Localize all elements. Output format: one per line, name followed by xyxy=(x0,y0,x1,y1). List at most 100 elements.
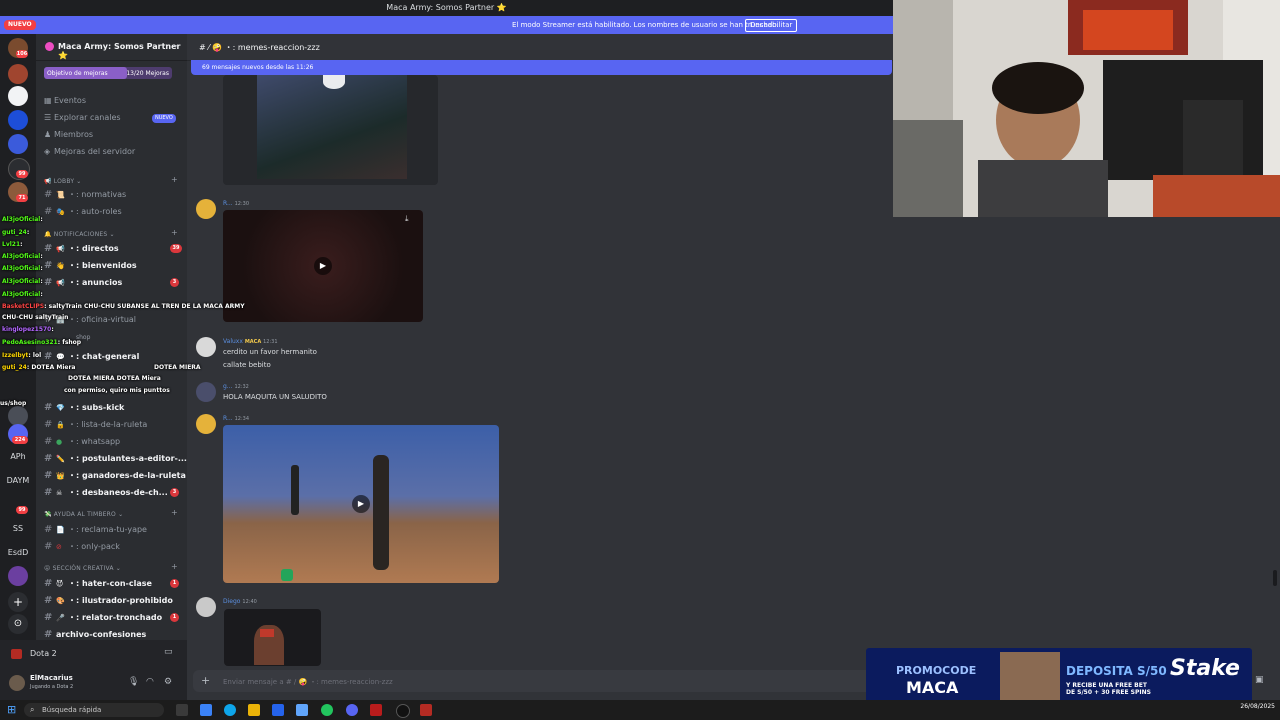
add-server-icon[interactable]: + xyxy=(8,592,28,612)
channel-chat-general[interactable]: # 💬 ・: chat-general xyxy=(44,351,139,365)
channel-ilustrador-prohibido[interactable]: # 🎨 ・: ilustrador-prohibido xyxy=(44,595,173,609)
channel-reclama-tu-yape[interactable]: # 📄 ・: reclama-tu-yape xyxy=(44,524,147,538)
server-badge: 99 xyxy=(16,506,28,514)
server-icon[interactable] xyxy=(8,86,28,106)
channel-lista-de-la-ruleta[interactable]: # 🔒 ・: lista-de-la-ruleta xyxy=(44,419,147,433)
download-icon[interactable]: ⤓ xyxy=(405,214,409,224)
app-icon[interactable] xyxy=(370,704,382,716)
message-composer[interactable]: + Enviar mensaje a # / 🤪 ・: memes-reacci… xyxy=(193,670,1264,692)
play-icon[interactable]: ▶ xyxy=(352,495,370,513)
avatar[interactable] xyxy=(196,382,216,402)
new-messages-bar[interactable]: 69 mensajes nuevos desde las 11:26 xyxy=(191,60,892,75)
channel-directos[interactable]: # 📢 ・: directos xyxy=(44,243,119,257)
boost-progress[interactable]: Objetivo de mejoras 13/20 Mejoras xyxy=(44,67,172,79)
message-author[interactable]: g... 12:32 xyxy=(223,383,249,390)
channel-desbaneos[interactable]: # ☠ ・: desbaneos-de-ch... xyxy=(44,487,168,501)
channel-anuncios[interactable]: # 📢 ・: anuncios xyxy=(44,277,122,291)
add-channel-icon[interactable]: + xyxy=(171,175,178,184)
category-notificaciones[interactable]: 🔔 NOTIFICACIONES ⌄ xyxy=(44,231,115,238)
avatar[interactable] xyxy=(9,675,25,691)
video-embed[interactable]: ▶ xyxy=(223,425,499,583)
channel-label: archivo-confesiones xyxy=(56,630,147,639)
activity-bar[interactable]: Dota 2 ▭ xyxy=(0,640,187,666)
nav-members[interactable]: ♟ Miembros xyxy=(44,130,93,144)
disable-streamer-button[interactable]: Deshabilitar xyxy=(745,19,798,32)
timestamp: 12:40 xyxy=(242,599,257,605)
server-badge: 99 xyxy=(16,170,28,178)
task-view-icon[interactable] xyxy=(176,704,188,716)
add-channel-icon[interactable]: + xyxy=(171,508,178,517)
channel-normativas[interactable]: # 📜 ・: normativas xyxy=(44,189,126,203)
app-icon[interactable] xyxy=(296,704,308,716)
message-author[interactable]: R... 12:34 xyxy=(223,415,249,422)
attach-plus-icon[interactable]: + xyxy=(201,674,210,687)
chrome-icon[interactable] xyxy=(321,704,333,716)
video-embed[interactable] xyxy=(223,75,438,185)
window-title: Maca Army: Somos Partner ⭐ xyxy=(386,3,507,12)
file-explorer-icon[interactable] xyxy=(248,704,260,716)
headphones-icon[interactable]: ◠ xyxy=(146,677,154,687)
channel-postulantes[interactable]: # ✏️ ・: postulantes-a-editor-... xyxy=(44,453,187,467)
server-label[interactable]: SS xyxy=(5,524,31,533)
server-icon[interactable] xyxy=(8,134,28,154)
overlay-chat-user: Izzelbyt xyxy=(2,352,29,359)
activity-icon[interactable]: ▭ xyxy=(164,647,173,657)
overlay-chat-message: Lvl21: xyxy=(2,241,23,248)
channel-hater-con-clase[interactable]: # 😈 ・: hater-con-clase xyxy=(44,578,152,592)
microphone-icon[interactable]: 🎙 xyxy=(128,677,139,687)
channel-label: postulantes-a-editor-... xyxy=(81,454,187,463)
gift-icon[interactable]: ▣ xyxy=(1255,675,1264,685)
chevron-down-icon[interactable]: ⌄ xyxy=(172,40,179,49)
avatar[interactable] xyxy=(196,414,216,434)
add-channel-icon[interactable]: + xyxy=(171,228,178,237)
channel-auto-roles[interactable]: # 🎭 ・: auto-roles xyxy=(44,206,122,220)
video-embed[interactable] xyxy=(224,609,321,666)
server-label[interactable]: APh xyxy=(5,452,31,461)
scrollbar[interactable] xyxy=(1273,570,1277,586)
category-creativa[interactable]: 😝 SECCIÓN CREATIVA ⌄ xyxy=(44,565,121,572)
add-channel-icon[interactable]: + xyxy=(171,562,178,571)
video-embed[interactable]: ▶ ⤓ xyxy=(223,210,423,322)
nav-server-boosts[interactable]: ◈ Mejoras del servidor xyxy=(44,147,135,161)
category-lobby[interactable]: 📢 LOBBY ⌄ xyxy=(44,178,82,185)
play-icon[interactable] xyxy=(323,75,345,89)
webcam-image xyxy=(893,0,1280,217)
discord-icon[interactable] xyxy=(346,704,358,716)
channel-bienvenidos[interactable]: # 👋 ・: bienvenidos xyxy=(44,260,137,274)
avatar[interactable] xyxy=(196,199,216,219)
overlay-chat-message: Al3joOficial: xyxy=(2,278,43,285)
nav-events[interactable]: ▦ Eventos xyxy=(44,96,86,110)
store-icon[interactable] xyxy=(272,704,284,716)
obs-icon[interactable] xyxy=(396,704,410,718)
gear-icon[interactable]: ⚙ xyxy=(164,677,172,687)
app-icon[interactable] xyxy=(200,704,212,716)
avatar[interactable] xyxy=(196,597,216,617)
message-author[interactable]: R... 12:30 xyxy=(223,200,249,207)
new-badge[interactable]: NUEVO xyxy=(4,20,36,30)
category-ayuda[interactable]: 💸 AYUDA AL TIMBERO ⌄ xyxy=(44,511,123,518)
nav-browse-channels[interactable]: ☰ Explorar canales xyxy=(44,113,121,127)
server-icon[interactable] xyxy=(8,110,28,130)
server-label[interactable]: DAYM xyxy=(5,476,31,485)
avatar[interactable] xyxy=(196,337,216,357)
channel-ganadores-de-la-ruleta[interactable]: # 👑 ・: ganadores-de-la-ruleta xyxy=(44,470,186,484)
edge-icon[interactable] xyxy=(224,704,236,716)
spoiler-icon[interactable] xyxy=(281,569,293,581)
server-header[interactable]: Maca Army: Somos Partner ⭐ ⌄ xyxy=(36,34,187,61)
message-author[interactable]: Valuxx MACA 12:31 xyxy=(223,338,278,345)
dota-icon[interactable] xyxy=(420,704,432,716)
play-icon[interactable]: ▶ xyxy=(314,257,332,275)
channel-relator-tronchado[interactable]: # 🎤 ・: relator-tronchado xyxy=(44,612,162,626)
server-icon[interactable] xyxy=(8,566,28,586)
channel-subs-kick[interactable]: # 💎 ・: subs-kick xyxy=(44,402,124,416)
message-author[interactable]: Diego 12:40 xyxy=(223,598,257,605)
channel-only-pack[interactable]: # ⊘ ・: only-pack xyxy=(44,541,120,555)
server-icon[interactable] xyxy=(8,406,28,426)
windows-start-icon[interactable]: ⊞ xyxy=(7,703,16,716)
discover-icon[interactable]: ⊙ xyxy=(8,614,28,634)
channel-label: relator-tronchado xyxy=(81,613,163,622)
taskbar-search[interactable]: ⌕ Búsqueda rápida xyxy=(24,703,164,717)
channel-whatsapp[interactable]: # ● ・: whatsapp xyxy=(44,436,120,450)
server-label[interactable]: EsdD xyxy=(5,548,31,557)
server-icon[interactable] xyxy=(8,64,28,84)
